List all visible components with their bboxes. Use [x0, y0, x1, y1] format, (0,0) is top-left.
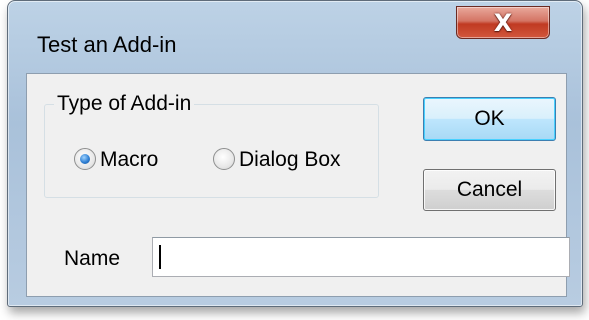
name-input[interactable]	[152, 237, 570, 277]
cancel-button-label: Cancel	[456, 178, 523, 201]
radio-unselected-icon[interactable]	[213, 148, 235, 170]
close-icon: X	[493, 9, 513, 37]
radio-macro[interactable]: Macro	[74, 148, 158, 170]
dialog-window: Test an Add-in X Type of Add-in Macro Di…	[7, 0, 583, 307]
dialog-body: Type of Add-in Macro Dialog Box OK Cance…	[26, 73, 570, 297]
close-button[interactable]: X	[456, 6, 550, 39]
name-label: Name	[64, 247, 121, 270]
ok-button-label: OK	[474, 107, 505, 130]
cancel-button[interactable]: Cancel	[423, 169, 556, 211]
radio-dialog-box-label[interactable]: Dialog Box	[239, 149, 341, 170]
ok-button[interactable]: OK	[423, 97, 556, 141]
title-bar[interactable]: Test an Add-in X	[8, 1, 582, 57]
radio-dot	[80, 154, 90, 164]
radio-selected-icon[interactable]	[74, 148, 96, 170]
text-caret	[159, 245, 161, 269]
radio-macro-label[interactable]: Macro	[100, 149, 158, 170]
groupbox-label: Type of Add-in	[54, 93, 195, 114]
window-title: Test an Add-in	[37, 32, 177, 57]
radio-dialog-box[interactable]: Dialog Box	[213, 148, 341, 170]
